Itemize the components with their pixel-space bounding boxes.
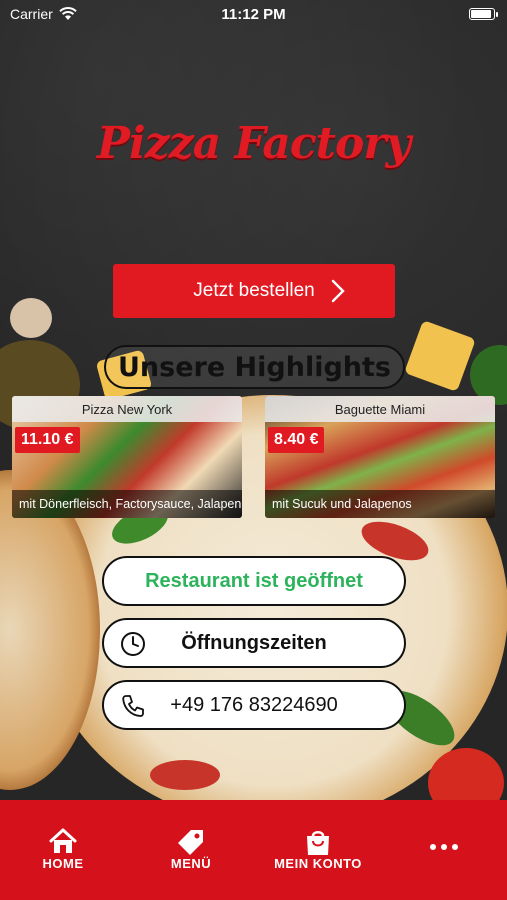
phone-button[interactable]: +49 176 83224690 [102, 680, 406, 730]
order-now-label: Jetzt bestellen [193, 280, 315, 301]
tomato-topping [150, 760, 220, 790]
opening-hours-label: Öffnungszeiten [181, 631, 327, 654]
tab-menu[interactable]: MENÜ [141, 800, 241, 900]
highlight-card[interactable]: Baguette Miami 8.40 € mit Sucuk und Jala… [265, 396, 495, 518]
open-status-badge: Restaurant ist geöffnet [102, 556, 406, 606]
highlights-title: Unsere Highlights [104, 345, 405, 389]
highlight-card[interactable]: Pizza New York 11.10 € mit Dönerfleisch,… [12, 396, 242, 518]
status-bar: Carrier 11:12 PM [0, 0, 507, 28]
highlight-card-price: 8.40 € [268, 427, 325, 453]
tab-bar: HOME MENÜ MEIN KONTO [0, 800, 507, 900]
phone-icon [122, 695, 144, 717]
highlight-card-description: mit Dönerfleisch, Factorysauce, Jalapen.… [12, 490, 242, 518]
order-now-button[interactable]: Jetzt bestellen [113, 264, 395, 318]
tab-account[interactable]: MEIN KONTO [266, 800, 370, 900]
opening-hours-button[interactable]: Öffnungszeiten [102, 618, 406, 668]
shopping-bag-icon [307, 831, 329, 855]
cheese-piece [404, 320, 476, 392]
battery-icon [469, 8, 498, 20]
garlic [10, 298, 52, 338]
more-dots-icon [430, 844, 458, 850]
clock: 11:12 PM [221, 6, 286, 23]
highlight-card-description: mit Sucuk und Jalapenos [265, 490, 495, 518]
tab-menu-label: MENÜ [170, 856, 212, 871]
clock-icon [121, 632, 145, 656]
highlights-title-text: Unsere Highlights [118, 351, 391, 383]
phone-number: +49 176 83224690 [170, 693, 338, 716]
tab-account-label: MEIN KONTO [274, 856, 362, 871]
brand-logo: Pizza Factory [96, 118, 411, 169]
chevron-right-icon [331, 279, 345, 303]
tab-home-label: HOME [42, 856, 84, 871]
tag-icon [178, 830, 203, 855]
open-status-text: Restaurant ist geöffnet [145, 569, 363, 592]
tab-home[interactable]: HOME [13, 800, 113, 900]
home-icon [49, 828, 77, 853]
highlight-card-title: Pizza New York [12, 396, 242, 422]
highlight-card-title: Baguette Miami [265, 396, 495, 422]
tab-more[interactable] [394, 800, 494, 900]
highlight-card-price: 11.10 € [15, 427, 80, 453]
